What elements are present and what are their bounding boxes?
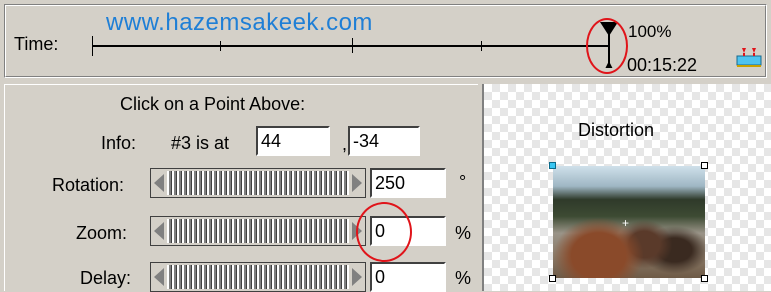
time-label: Time: [14, 34, 59, 54]
zoom-label: Zoom: [76, 223, 128, 243]
slider-track[interactable] [167, 265, 349, 289]
rotation-slider[interactable] [150, 168, 366, 198]
point-x-input[interactable]: 44 [256, 126, 330, 156]
slider-left-arrow-icon[interactable] [154, 174, 164, 192]
point-y-input[interactable]: -34 [348, 126, 420, 156]
slider-track[interactable] [167, 219, 349, 243]
timeline-tick [220, 41, 221, 51]
timeline-start-tick [92, 36, 93, 56]
filmstrip-icon[interactable] [736, 46, 762, 68]
watermark-text: www.hazemsakeek.com [106, 9, 373, 36]
slider-left-arrow-icon[interactable] [154, 222, 164, 240]
delay-input[interactable]: 0 [370, 262, 446, 292]
timeline-percent: 100% [628, 22, 672, 41]
zoom-slider[interactable] [150, 216, 366, 246]
slider-right-arrow-icon[interactable] [352, 268, 362, 286]
slider-left-arrow-icon[interactable] [154, 268, 164, 286]
slider-track[interactable] [167, 171, 349, 195]
info-label: Info: [101, 133, 137, 153]
delay-slider[interactable] [150, 262, 366, 292]
timecode-display: 00:15:22 [627, 55, 698, 75]
slider-right-arrow-icon[interactable] [352, 174, 362, 192]
corner-handle-bottom-right[interactable] [701, 275, 708, 282]
point-instructions: Click on a Point Above: [120, 94, 306, 114]
center-crosshair-icon[interactable]: + [622, 216, 629, 230]
zoom-unit: % [455, 223, 472, 243]
delay-unit: % [455, 268, 472, 288]
timeline-track[interactable] [92, 45, 610, 47]
rotation-unit: ° [459, 172, 467, 192]
annotation-circle-playhead [586, 18, 628, 74]
timeline-tick [352, 38, 353, 53]
delay-label: Delay: [80, 268, 132, 288]
annotation-circle-zoom [356, 202, 412, 262]
coord-separator: , [342, 134, 348, 154]
corner-handle-bottom-left[interactable] [549, 275, 556, 282]
corner-handle-top-left[interactable] [549, 162, 556, 169]
preview-title: Distortion [578, 120, 655, 140]
rotation-input[interactable]: 250 [370, 168, 446, 198]
timeline-tick [481, 41, 482, 51]
corner-handle-top-right[interactable] [701, 162, 708, 169]
point-info-text: #3 is at [171, 133, 230, 153]
rotation-label: Rotation: [52, 175, 125, 195]
